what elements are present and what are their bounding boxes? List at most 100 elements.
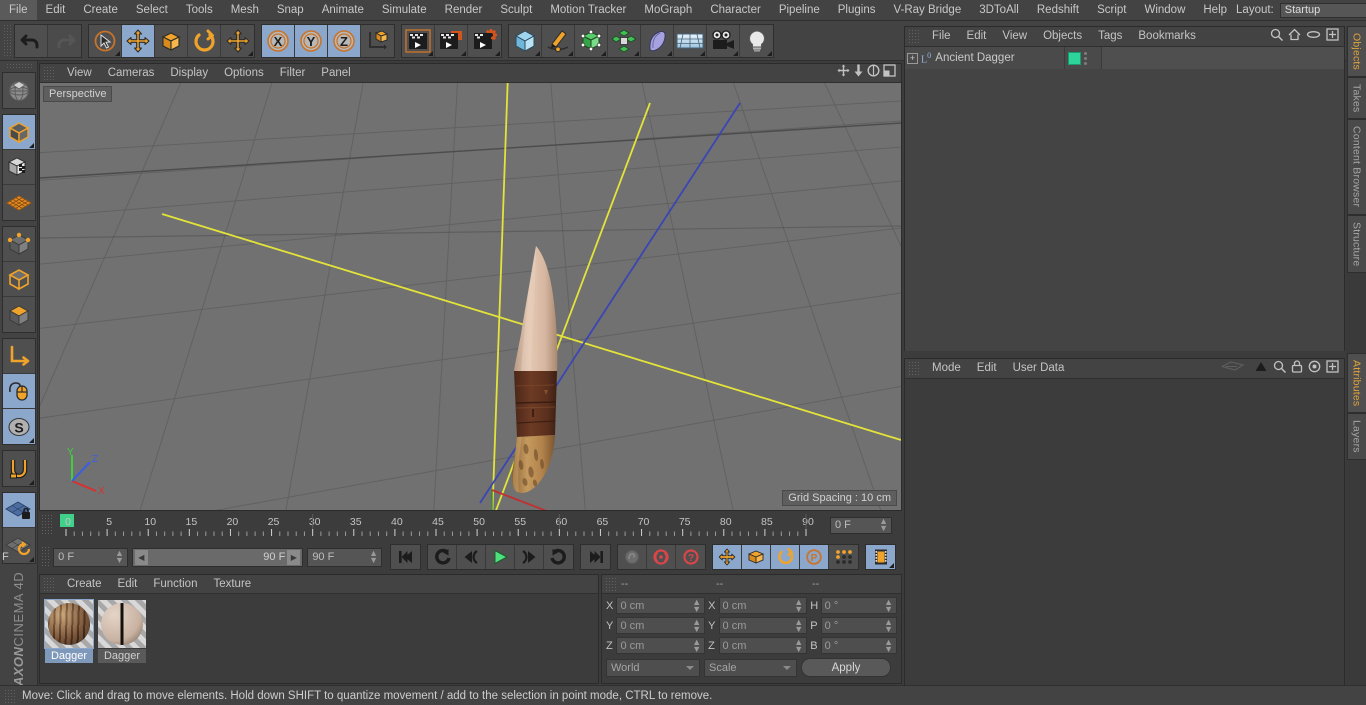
object-manager-menu-view[interactable]: View [994, 27, 1035, 46]
lock-y-button[interactable]: Y [295, 24, 328, 57]
position-input[interactable]: 0 cm ▲ ▼ [616, 617, 706, 634]
object-manager-menu-tags[interactable]: Tags [1090, 27, 1130, 46]
timeline-view-button[interactable] [866, 545, 896, 569]
menu-item-file[interactable]: File [0, 0, 37, 20]
attributes-menu-user-data[interactable]: User Data [1005, 359, 1073, 378]
snap-settings-button[interactable]: S [2, 409, 35, 444]
home-icon[interactable] [1288, 28, 1301, 46]
world-object-axis-button[interactable] [361, 24, 394, 57]
rotate-viewport-icon[interactable] [867, 64, 880, 82]
menu-item-snap[interactable]: Snap [268, 0, 313, 20]
toolbar-grip[interactable] [3, 23, 12, 58]
vertical-tab-content-browser[interactable]: Content Browser [1346, 119, 1366, 215]
go-to-previous-key-button[interactable] [428, 545, 458, 569]
size-input[interactable]: 0 cm ▲ ▼ [718, 597, 808, 614]
material-manager-grip[interactable] [43, 576, 55, 592]
material-tag-icon[interactable] [1068, 51, 1081, 65]
material-item[interactable]: Dagger [98, 600, 146, 663]
object-manager-menu-objects[interactable]: Objects [1035, 27, 1090, 46]
record-scale-button[interactable] [742, 545, 772, 569]
vertical-tab-layers[interactable]: Layers [1346, 413, 1366, 461]
playback-grip[interactable] [41, 546, 52, 568]
menu-item-3dtoall[interactable]: 3DToAll [970, 0, 1028, 20]
timeline-grip[interactable] [41, 514, 52, 536]
menu-item-mesh[interactable]: Mesh [222, 0, 268, 20]
go-to-end-button[interactable] [581, 545, 611, 569]
viewport-menu-filter[interactable]: Filter [272, 64, 314, 82]
attributes-body[interactable] [905, 379, 1344, 685]
viewport-canvas[interactable]: Perspective Grid Spacing : 10 cm Y Z X [40, 83, 901, 510]
menu-item-plugins[interactable]: Plugins [829, 0, 885, 20]
object-tags-cell[interactable] [1065, 47, 1102, 69]
material-menu-function[interactable]: Function [145, 575, 205, 593]
polygons-mode-button[interactable] [2, 297, 35, 332]
go-to-next-frame-button[interactable] [515, 545, 545, 569]
go-to-start-button[interactable] [391, 545, 421, 569]
apply-button[interactable]: Apply [801, 658, 891, 677]
menu-item-window[interactable]: Window [1135, 0, 1194, 20]
spinner-icon[interactable]: ▲ ▼ [884, 617, 893, 633]
menu-item-edit[interactable]: Edit [37, 0, 75, 20]
pin-up-icon[interactable] [1254, 360, 1268, 378]
material-item[interactable]: Dagger [44, 599, 94, 663]
go-to-next-key-button[interactable] [544, 545, 574, 569]
record-active-objects-button[interactable] [618, 545, 648, 569]
spinner-icon[interactable]: ▲ ▼ [884, 597, 893, 613]
viewport-menu-panel[interactable]: Panel [313, 64, 358, 82]
material-thumbnail[interactable] [44, 599, 94, 649]
spinner-icon[interactable]: ▲ ▼ [369, 549, 378, 565]
search-icon[interactable] [1270, 28, 1284, 46]
menu-item-mograph[interactable]: MoGraph [635, 0, 701, 20]
material-menu-edit[interactable]: Edit [110, 575, 146, 593]
rotation-input[interactable]: 0 ° ▲ ▼ [820, 597, 897, 614]
menu-item-create[interactable]: Create [74, 0, 127, 20]
object-manager-menu-file[interactable]: File [924, 27, 959, 46]
record-rotation-button[interactable] [771, 545, 801, 569]
spinner-icon[interactable]: ▲ ▼ [794, 617, 803, 633]
menu-item-script[interactable]: Script [1088, 0, 1135, 20]
spinner-icon[interactable]: ▲ ▼ [692, 617, 701, 633]
wing-icon[interactable] [1220, 360, 1249, 378]
render-view-button[interactable] [402, 24, 435, 57]
magnet-button[interactable] [2, 451, 35, 486]
axis-move-button[interactable] [221, 24, 254, 57]
menu-item-select[interactable]: Select [127, 0, 177, 20]
undo-button[interactable] [15, 24, 48, 57]
redo-button[interactable] [48, 24, 81, 57]
record-position-button[interactable] [713, 545, 743, 569]
viewport-solo-button[interactable] [2, 374, 35, 409]
current-frame-field[interactable]: 0 F ▲ ▼ [53, 547, 128, 567]
vertical-tab-objects[interactable]: Objects [1346, 26, 1366, 77]
vertical-tab-structure[interactable]: Structure [1346, 214, 1366, 274]
points-mode-button[interactable] [2, 227, 35, 262]
menu-item-render[interactable]: Render [436, 0, 492, 20]
add-light-button[interactable] [740, 24, 773, 57]
maximize-viewport-icon[interactable] [883, 64, 896, 82]
range-left-arrow-icon[interactable]: ◀ [134, 549, 148, 565]
lock-z-button[interactable]: Z [328, 24, 361, 57]
go-to-previous-frame-button[interactable] [457, 545, 487, 569]
workplane-mode-button[interactable] [2, 185, 35, 220]
model-mode-button[interactable] [2, 115, 35, 150]
viewport-grip[interactable] [43, 65, 55, 81]
ellipse-icon[interactable] [1306, 28, 1321, 46]
end-frame-field[interactable]: 90 F ▲ ▼ [307, 547, 383, 567]
rotation-input[interactable]: 0 ° ▲ ▼ [820, 617, 897, 634]
add-panel-icon[interactable] [1326, 359, 1339, 378]
timeline-frame-field[interactable]: 0 F ▲ ▼ [830, 516, 892, 534]
add-scene-object-button[interactable] [674, 24, 707, 57]
viewport-menu-display[interactable]: Display [162, 64, 216, 82]
material-menu-create[interactable]: Create [59, 575, 110, 593]
menu-item-v-ray-bridge[interactable]: V-Ray Bridge [884, 0, 970, 20]
coordinates-grip[interactable] [605, 576, 617, 592]
object-axis-button[interactable] [2, 339, 35, 374]
lock-x-button[interactable]: X [262, 24, 295, 57]
attributes-menu-edit[interactable]: Edit [969, 359, 1005, 378]
layout-select[interactable]: Startup [1279, 2, 1366, 18]
pan-viewport-icon[interactable] [837, 64, 850, 82]
attributes-menu-mode[interactable]: Mode [924, 359, 969, 378]
move-tool-button[interactable] [122, 24, 155, 57]
scale-tool-button[interactable] [155, 24, 188, 57]
menu-item-help[interactable]: Help [1194, 0, 1236, 20]
search-icon[interactable] [1273, 360, 1287, 378]
